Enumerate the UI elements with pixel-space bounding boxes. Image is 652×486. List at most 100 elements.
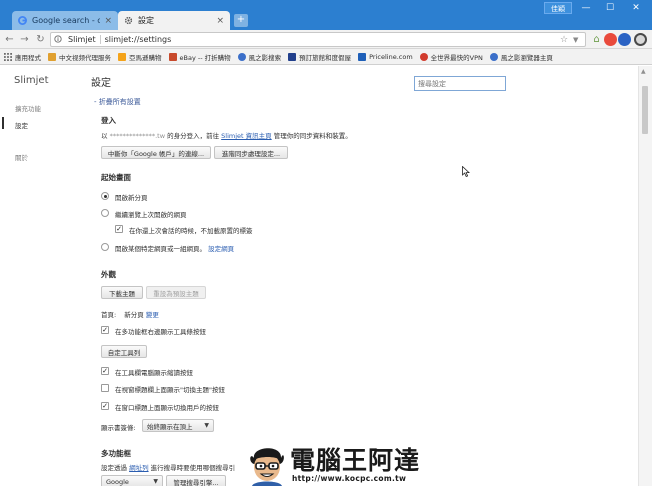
ebay-icon [168, 52, 177, 61]
thumbnail-buttons-label: 在工具欄電腦顯示縮讀按鈕 [115, 369, 193, 377]
back-arrow-icon[interactable]: ← [3, 33, 16, 46]
amazon-icon [118, 52, 126, 61]
settings-sidebar: Slimjet 擴充功能 設定 關於 [0, 66, 90, 486]
bookmark-ebay[interactable]: eBay -- 打折購物 [168, 52, 231, 62]
lazyload-checkbox[interactable]: ✓ [115, 225, 123, 233]
signin-section-title: 登入 [101, 116, 116, 125]
advanced-sync-button[interactable]: 進階同步處理設定... [214, 146, 288, 159]
scrollbar-thumb[interactable] [642, 86, 648, 134]
omnibox-section-title: 多功能框 [101, 449, 131, 458]
apps-grid-icon [4, 52, 12, 61]
dashboard-link[interactable]: Slimjet 資訊主頁 [221, 132, 272, 140]
bookmark-fengzhiying-home[interactable]: 風之影瀏覽器主頁 [489, 52, 553, 62]
window-switcher-checkbox[interactable]: ✓ [101, 402, 109, 410]
custom-toolbar-button[interactable]: 自定工具列 [101, 345, 147, 358]
bookmark-amazon[interactable]: 亞馬遜購物 [118, 52, 162, 62]
bookmark-vpn[interactable]: 全世界最快的VPN [419, 52, 483, 62]
tab-close-icon[interactable]: × [104, 16, 112, 26]
toolbar-buttons-label: 在多功能框右邊顯示工具條按鈕 [115, 328, 206, 336]
bookmark-star-icon[interactable]: ☆ [560, 35, 570, 45]
settings-page: Slimjet 擴充功能 設定 關於 設定 - 折疊所有設置 登入 以 ****… [0, 66, 652, 486]
fengzhiying-icon [489, 52, 498, 61]
startup-section-title: 起始畫面 [101, 173, 131, 182]
reset-theme-button[interactable]: 重設為預設主題 [146, 286, 206, 299]
fengzhiying-icon [237, 52, 246, 61]
window-title-bar: Google search - custo × 設定 × + 佳穎 — ☐ ✕ [0, 0, 652, 30]
sidebar-item-settings[interactable]: 設定 [15, 120, 28, 130]
menu-icon[interactable] [634, 33, 647, 46]
chevron-down-icon: ▼ [204, 422, 209, 429]
page-title: 設定 [91, 78, 111, 89]
bookmark-fengzhiying-search[interactable]: 風之影搜索 [237, 52, 281, 62]
set-pages-link[interactable]: 設定網頁 [208, 245, 234, 253]
maximize-button[interactable]: ☐ [598, 1, 622, 15]
bookmarks-bar-select[interactable]: 始終顯示在頂上 ▼ [142, 419, 214, 432]
download-theme-button[interactable]: 下載主題 [101, 286, 143, 299]
homepage-change-link[interactable]: 變更 [146, 311, 159, 319]
disconnect-account-button[interactable]: 中斷你「Google 帳戶」的連線... [101, 146, 211, 159]
sidebar-item-extensions[interactable]: 擴充功能 [15, 103, 41, 113]
manage-search-engines-button[interactable]: 管理搜尋引擎... [166, 475, 226, 486]
address-bar[interactable]: Slimjet slimjet://settings ☆ ▼ [50, 32, 586, 47]
omnibox-description: 設定透過 網址列 進行搜尋時要使用哪個搜尋引 [101, 464, 236, 472]
tab-settings[interactable]: 設定 × [118, 11, 230, 30]
startup-specific-radio[interactable] [101, 243, 109, 251]
tab-close-icon[interactable]: × [216, 16, 224, 26]
theme-toggle-label: 在視窗標題欄上面顯示"切換主題"按鈕 [115, 386, 225, 394]
bookmark-booking[interactable]: 預訂旅館和度假屋 [288, 52, 351, 62]
site-watermark: 電腦王阿達 http://www.kocpc.com.tw [240, 438, 638, 486]
reload-icon[interactable]: ↻ [34, 33, 47, 46]
extension-blue-icon[interactable] [618, 33, 631, 46]
bookmark-favicon-icon [48, 52, 56, 61]
booking-icon [288, 52, 297, 61]
watermark-url: http://www.kocpc.com.tw [292, 474, 407, 483]
address-bar-brand: Slimjet [64, 35, 101, 44]
startup-newtab-label: 開啟新分頁 [115, 194, 148, 202]
tab-title: 設定 [138, 16, 154, 25]
scroll-up-icon[interactable]: ▲ [641, 68, 646, 75]
forward-arrow-icon[interactable]: → [18, 33, 31, 46]
mascot-face-icon [246, 440, 288, 486]
bookmarks-bar: 應用程式 中文视频代理服务 亞馬遜購物 eBay -- 打折購物 風之影搜索 預… [0, 49, 652, 65]
priceline-icon [358, 52, 367, 61]
settings-main: 設定 - 折疊所有設置 登入 以 **************.tw 的身分登入… [90, 66, 638, 486]
page-info-icon[interactable] [54, 34, 64, 45]
user-profile-badge[interactable]: 佳穎 [544, 2, 572, 14]
startup-specific-label: 開啟某個特定網頁或一組網頁。 設定網頁 [115, 245, 235, 253]
home-icon[interactable]: ⌂ [590, 33, 603, 46]
dropdown-arrow-icon[interactable]: ▼ [573, 36, 583, 44]
thumbnail-buttons-checkbox[interactable]: ✓ [101, 367, 109, 375]
homepage-value: 新分頁 [124, 311, 144, 319]
signin-description: 以 **************.tw 的身分登入，前往 Slimjet 資訊主… [101, 132, 352, 140]
startup-newtab-radio[interactable] [101, 192, 109, 200]
chevron-down-icon: ▼ [153, 478, 158, 485]
signin-email: **************.tw [109, 132, 166, 140]
sidebar-brand: Slimjet [14, 75, 49, 86]
omnibox-link[interactable]: 網址列 [129, 464, 149, 472]
tab-title: Google search - custo [32, 16, 101, 25]
theme-toggle-checkbox[interactable] [101, 384, 109, 392]
startup-continue-radio[interactable] [101, 209, 109, 217]
homepage-row: 首頁: 新分頁 變更 [101, 311, 159, 319]
startup-continue-label: 繼續瀏覽上次開啟的網頁 [115, 211, 187, 219]
search-settings-input[interactable] [414, 76, 506, 91]
bookmarks-bar-label: 顯示書簽條: [101, 424, 136, 432]
tab-google-search[interactable]: Google search - custo × [12, 11, 118, 30]
toolbar-buttons-checkbox[interactable]: ✓ [101, 326, 109, 334]
sidebar-item-about[interactable]: 關於 [15, 152, 28, 162]
sidebar-active-marker [2, 117, 4, 129]
lazyload-label: 在你還上次會話的時候，不加載原置的標簽 [129, 227, 253, 235]
bookmark-video-proxy[interactable]: 中文视频代理服务 [48, 52, 111, 62]
address-bar-url[interactable]: slimjet://settings [101, 35, 560, 44]
minimize-button[interactable]: — [574, 1, 598, 15]
bookmark-priceline[interactable]: Priceline.com [358, 52, 413, 61]
collapse-all-link[interactable]: - 折疊所有設置 [94, 97, 141, 107]
gear-icon [124, 16, 133, 25]
extension-red-icon[interactable] [604, 33, 617, 46]
vpn-icon [419, 52, 428, 61]
new-tab-button[interactable]: + [234, 14, 248, 27]
close-window-button[interactable]: ✕ [624, 1, 648, 15]
search-engine-select[interactable]: Google ▼ [101, 475, 163, 486]
google-favicon-icon [18, 16, 27, 25]
bookmark-apps[interactable]: 應用程式 [4, 52, 41, 62]
